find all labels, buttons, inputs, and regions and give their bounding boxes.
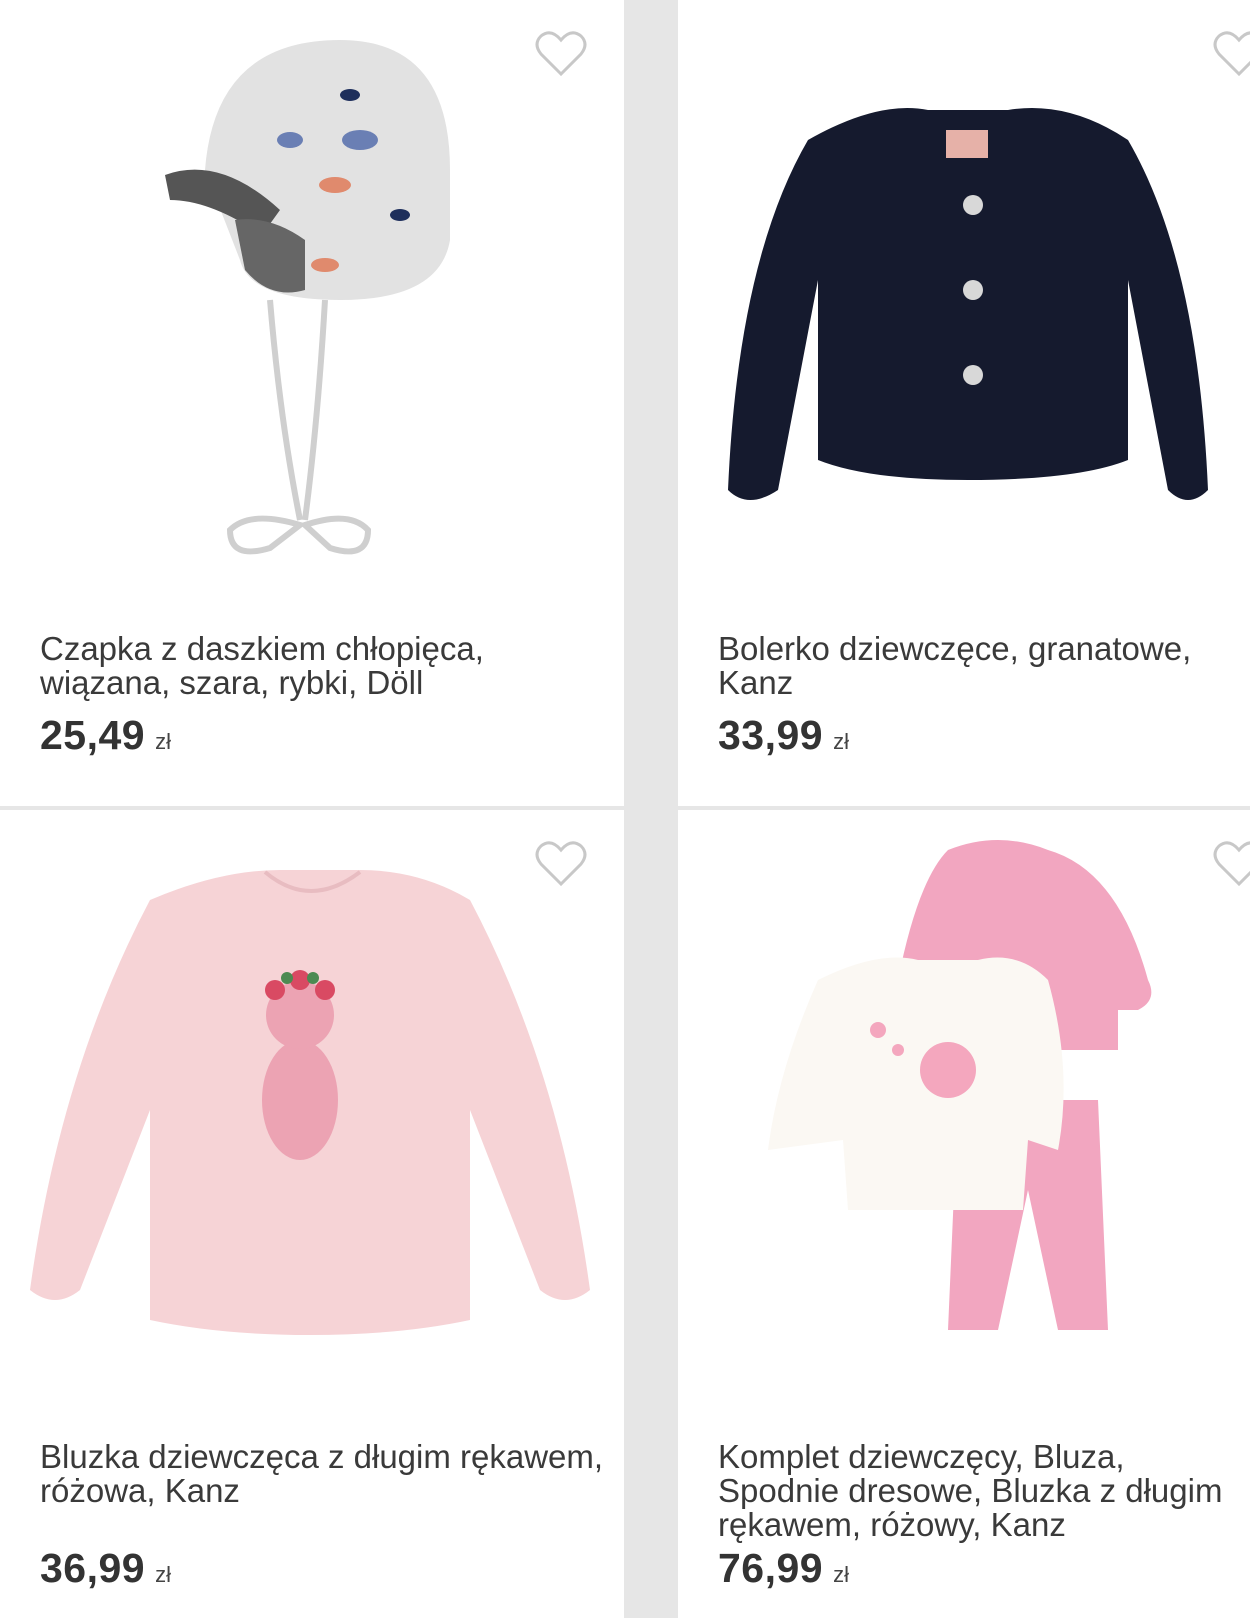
price-currency: zł [833,729,849,754]
wishlist-heart-icon[interactable] [535,840,587,888]
product-title[interactable]: Komplet dziewczęcy, Bluza, Spodnie dreso… [718,1440,1230,1542]
product-title[interactable]: Bluzka dziewczęca z długim rękawem, różo… [40,1440,604,1508]
pink-set-illustration [768,840,1152,1330]
price-currency: zł [155,729,171,754]
product-title[interactable]: Bolerko dziewczęce, granatowe, Kanz [718,632,1230,700]
product-price: 76,99 zł [718,1545,849,1592]
product-image[interactable] [678,810,1250,1420]
product-price: 36,99 zł [40,1545,171,1592]
product-card[interactable]: Czapka z daszkiem chłopięca, wiązana, sz… [0,0,624,806]
pink-top-illustration [30,870,590,1335]
price-amount: 25,49 [40,712,146,758]
wishlist-heart-icon[interactable] [1213,30,1250,78]
price-currency: zł [833,1562,849,1587]
product-image[interactable] [0,810,624,1420]
product-title[interactable]: Czapka z daszkiem chłopięca, wiązana, sz… [40,632,604,700]
product-price: 33,99 zł [718,712,849,759]
product-image[interactable] [0,0,624,610]
price-currency: zł [155,1562,171,1587]
product-image[interactable] [678,0,1250,610]
wishlist-heart-icon[interactable] [535,30,587,78]
product-card[interactable]: Bolerko dziewczęce, granatowe, Kanz 33,9… [678,0,1250,806]
product-card[interactable]: Komplet dziewczęcy, Bluza, Spodnie dreso… [678,810,1250,1618]
price-amount: 36,99 [40,1545,146,1591]
product-grid: Czapka z daszkiem chłopięca, wiązana, sz… [0,0,1250,1618]
product-price: 25,49 zł [40,712,171,759]
price-amount: 33,99 [718,712,824,758]
wishlist-heart-icon[interactable] [1213,840,1250,888]
bolero-illustration [728,108,1208,500]
price-amount: 76,99 [718,1545,824,1591]
cap-illustration [165,40,450,555]
product-card[interactable]: Bluzka dziewczęca z długim rękawem, różo… [0,810,624,1618]
